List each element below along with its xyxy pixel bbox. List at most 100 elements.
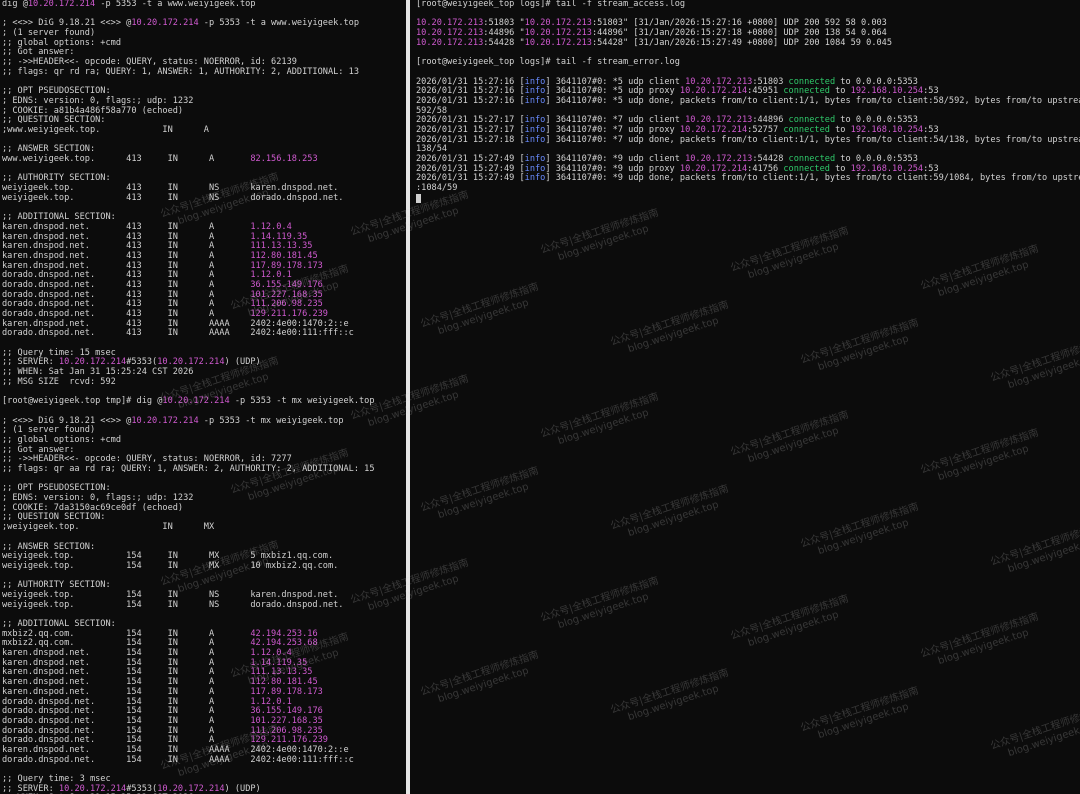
terminal-text: ] 3641107#0: *5 udp proxy bbox=[545, 86, 680, 97]
highlight-text: 1.12.0.1 bbox=[250, 270, 292, 281]
terminal-text: ;; QUESTION SECTION: bbox=[2, 115, 106, 126]
terminal-text: dorado.dnspod.net. 413 IN A bbox=[2, 299, 251, 310]
terminal-text: dorado.dnspod.net. 154 IN A bbox=[2, 706, 251, 717]
terminal-text: ] 3641107#0: *7 udp proxy bbox=[545, 124, 680, 135]
terminal-text: weiyigeek.top. 154 IN NS karen.dnspod.ne… bbox=[2, 589, 339, 600]
highlight-text: 10.20.172.213 bbox=[685, 115, 753, 126]
highlight-text: connected bbox=[783, 124, 830, 135]
terminal-text: ;; OPT PSEUDOSECTION: bbox=[2, 86, 111, 97]
highlight-text: 10.20.172.213 bbox=[685, 76, 753, 87]
highlight-text: 117.89.178.173 bbox=[250, 260, 323, 271]
terminal-text: ;; WHEN: Sat Jan 31 15:25:24 CST 2026 bbox=[2, 367, 194, 378]
terminal-text: 2026/01/31 15:27:49 [ bbox=[416, 154, 525, 164]
terminal-text: ;weiyigeek.top. IN MX bbox=[2, 522, 215, 533]
highlight-text: info bbox=[524, 95, 546, 106]
highlight-text: 1.14.119.35 bbox=[250, 657, 308, 668]
terminal-text: ) (UDP) bbox=[224, 783, 261, 794]
terminal-text: karen.dnspod.net. 154 IN A bbox=[2, 657, 251, 668]
highlight-text: 42.194.253.68 bbox=[250, 638, 318, 649]
highlight-text: info bbox=[524, 124, 546, 135]
highlight-text: 192.168.10.254 bbox=[850, 124, 924, 135]
terminal-text: ] 3641107#0: *9 udp proxy bbox=[545, 163, 680, 174]
left-terminal-pane[interactable]: dig @10.20.172.214 -p 5353 -t a www.weiy… bbox=[0, 0, 406, 794]
terminal-text: weiyigeek.top. 154 IN MX 10 mxbiz2.qq.co… bbox=[2, 560, 339, 571]
terminal-text: karen.dnspod.net. 413 IN A bbox=[2, 260, 251, 271]
terminal-text: :52757 bbox=[747, 124, 784, 135]
terminal-text: 2026/01/31 15:27:49 [ bbox=[416, 163, 525, 174]
highlight-text: 10.20.172.214 bbox=[679, 163, 748, 174]
terminal-line: 10.20.172.213:54428 "10.20.172.213:54428… bbox=[416, 38, 1080, 49]
terminal-text: ] 3641107#0: *7 udp done, packets from/t… bbox=[545, 134, 1080, 145]
highlight-text: 10.20.172.214 bbox=[58, 783, 127, 794]
terminal-text: :53 bbox=[923, 86, 939, 97]
highlight-text: info bbox=[524, 134, 546, 145]
terminal-text: :41756 bbox=[747, 163, 784, 174]
highlight-text: 36.155.149.176 bbox=[250, 706, 323, 717]
terminal-text: :44896 bbox=[752, 115, 789, 126]
terminal-line: ;; flags: qr rd ra; QUERY: 1, ANSWER: 1,… bbox=[2, 66, 406, 78]
highlight-text: 10.20.172.214 bbox=[131, 18, 199, 29]
highlight-text: connected bbox=[788, 154, 836, 164]
highlight-text: info bbox=[524, 76, 546, 87]
highlight-text: info bbox=[524, 173, 546, 184]
highlight-text: 112.80.181.45 bbox=[250, 250, 318, 261]
terminal-text: [root@weiyigeek_top logs]# tail -f strea… bbox=[416, 57, 680, 68]
terminal-line: dorado.dnspod.net. 154 IN AAAA 2402:4e00… bbox=[2, 754, 406, 766]
terminal-text: ;; Query time: 3 msec bbox=[2, 774, 111, 784]
terminal-text: dorado.dnspod.net. 154 IN A bbox=[2, 696, 251, 707]
terminal-text: 2026/01/31 15:27:16 [ bbox=[416, 95, 525, 106]
terminal-text: weiyigeek.top. 154 IN MX 5 mxbiz1.qq.com… bbox=[2, 551, 334, 562]
highlight-text: info bbox=[524, 86, 546, 97]
highlight-text: 112.80.181.45 bbox=[250, 677, 318, 688]
terminal-line: [root@weiyigeek.top tmp]# dig @10.20.172… bbox=[2, 396, 406, 407]
terminal-line: 2026/01/31 15:27:18 [info] 3641107#0: *7… bbox=[416, 134, 1080, 146]
right-terminal-pane[interactable]: [root@weiyigeek_top logs]# tail -f strea… bbox=[410, 0, 1080, 794]
terminal-text: ; COOKIE: a81b4a486f58a770 (echoed) bbox=[2, 105, 184, 116]
terminal-text: ) (UDP) bbox=[224, 357, 261, 368]
terminal-text: karen.dnspod.net. 154 IN AAAA 2402:4e00:… bbox=[2, 744, 349, 755]
terminal-text: to 0.0.0.0:5353 bbox=[835, 154, 918, 164]
terminal-text: ;; Query time: 15 msec bbox=[2, 347, 116, 358]
terminal-text: ;; OPT PSEUDOSECTION: bbox=[2, 483, 111, 494]
terminal-text: dorado.dnspod.net. 413 IN A bbox=[2, 289, 251, 300]
highlight-text: 111.206.98.235 bbox=[250, 725, 323, 736]
highlight-text: 1.12.0.4 bbox=[250, 221, 292, 232]
terminal-text: ] 3641107#0: *5 udp done, packets from/t… bbox=[545, 95, 1080, 106]
highlight-text: 111.13.13.35 bbox=[250, 241, 313, 252]
terminal-text: ;; MSG SIZE rcvd: 592 bbox=[2, 376, 116, 387]
terminal-text: 2026/01/31 15:27:49 [ bbox=[416, 173, 525, 184]
terminal-line: ;weiyigeek.top. IN MX bbox=[2, 522, 406, 533]
terminal-text: ; EDNS: version: 0, flags:; udp: 1232 bbox=[2, 95, 194, 106]
highlight-text: 129.211.176.239 bbox=[250, 735, 328, 746]
terminal-text: weiyigeek.top. 413 IN NS karen.dnspod.ne… bbox=[2, 183, 339, 194]
terminal-text: ;; flags: qr aa rd ra; QUERY: 1, ANSWER:… bbox=[2, 464, 375, 474]
terminal-text: mxbiz2.qq.com. 154 IN A bbox=[2, 638, 251, 649]
terminal-line: 2026/01/31 15:27:16 [info] 3641107#0: *5… bbox=[416, 95, 1080, 107]
highlight-text: 42.194.253.16 bbox=[250, 628, 318, 639]
terminal-text: to bbox=[829, 163, 851, 174]
highlight-text: 101.227.168.35 bbox=[250, 715, 323, 726]
terminal-text: weiyigeek.top. 154 IN NS dorado.dnspod.n… bbox=[2, 599, 344, 610]
highlight-text: 10.20.172.213 bbox=[524, 28, 592, 39]
highlight-text: 1.12.0.4 bbox=[250, 648, 292, 659]
terminal-text: karen.dnspod.net. 154 IN A bbox=[2, 686, 251, 697]
terminal-text: :51803 bbox=[752, 76, 789, 87]
highlight-text: info bbox=[524, 115, 546, 126]
terminal-line: 2026/01/31 15:27:49 [info] 3641107#0: *9… bbox=[416, 174, 1080, 184]
highlight-text: 117.89.178.173 bbox=[250, 686, 323, 697]
terminal-text: #5353( bbox=[126, 357, 158, 368]
highlight-text: 192.168.10.254 bbox=[850, 163, 924, 174]
terminal-text: :1084/59 bbox=[416, 183, 458, 194]
terminal-text: :45951 bbox=[747, 86, 784, 97]
terminal-text: dorado.dnspod.net. 154 IN AAAA 2402:4e00… bbox=[2, 754, 354, 765]
terminal-text: 592/58 bbox=[416, 105, 448, 116]
terminal-text: dorado.dnspod.net. 413 IN AAAA 2402:4e00… bbox=[2, 328, 354, 339]
terminal-text: ;; flags: qr rd ra; QUERY: 1, ANSWER: 1,… bbox=[2, 66, 359, 77]
terminal-text: karen.dnspod.net. 413 IN A bbox=[2, 221, 251, 232]
terminal-text: ;; QUESTION SECTION: bbox=[2, 512, 106, 523]
terminal-text: 2026/01/31 15:27:17 [ bbox=[416, 115, 525, 126]
terminal-text: dig @ bbox=[2, 0, 28, 9]
highlight-text: connected bbox=[783, 163, 830, 174]
terminal-text: ;; ANSWER SECTION: bbox=[2, 144, 96, 155]
terminal-text: -p 5353 -t mx weiyigeek.top bbox=[198, 415, 344, 426]
